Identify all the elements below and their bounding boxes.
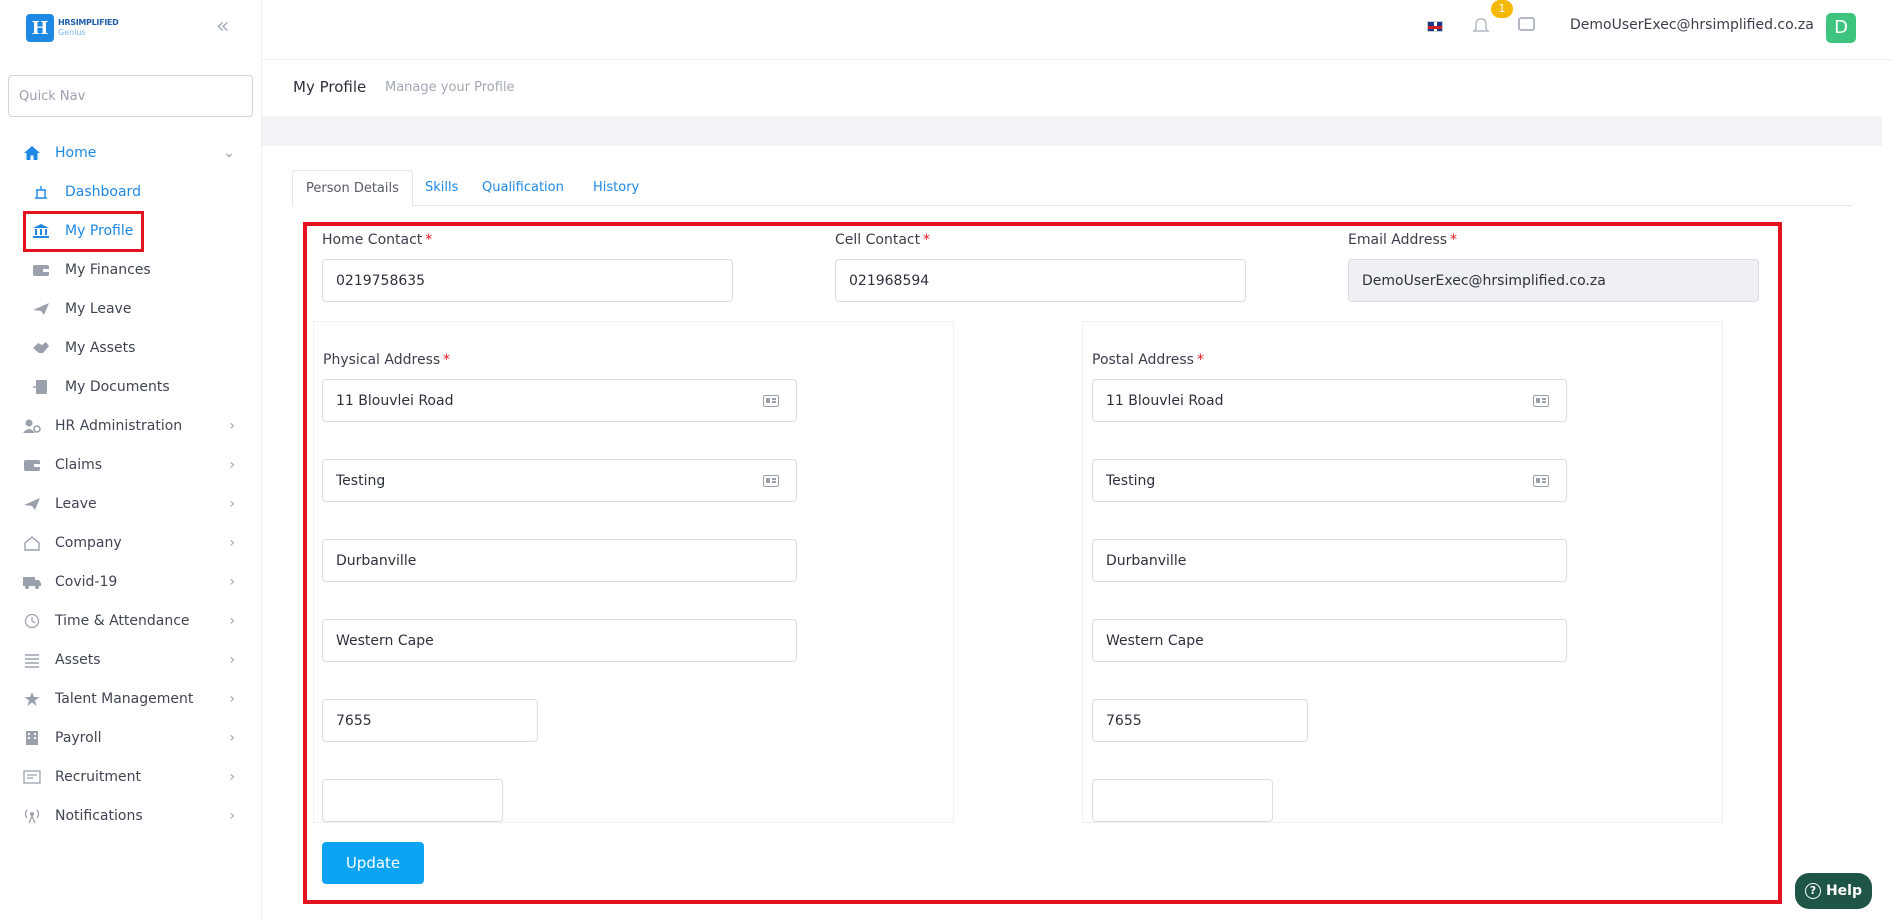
sidebar-item-payroll[interactable]: Payroll › (0, 718, 262, 757)
wallet-icon (22, 456, 42, 474)
collapse-sidebar-icon[interactable]: « (216, 16, 236, 38)
tab-history[interactable]: History (593, 170, 639, 207)
logo[interactable]: H HRSIMPLIFIED Genius (26, 14, 119, 42)
sidebar-item-label: My Assets (65, 339, 136, 356)
sidebar-item-label: My Finances (65, 261, 151, 278)
sidebar-item-label: Talent Management (55, 690, 194, 707)
sidebar-item-label: Claims (55, 456, 103, 473)
broadcast-icon (22, 807, 42, 825)
sidebar-item-time-attendance[interactable]: Time & Attendance › (0, 601, 262, 640)
tab-person-details[interactable]: Person Details (292, 170, 413, 207)
user-cog-icon (22, 417, 42, 435)
chevron-down-icon: ⌄ (223, 145, 235, 161)
sidebar-item-notifications[interactable]: Notifications › (0, 796, 262, 835)
dashboard-icon (32, 184, 50, 200)
chevron-right-icon: › (229, 496, 235, 512)
user-email[interactable]: DemoUserExec@hrsimplified.co.za (1570, 17, 1814, 33)
recruitment-icon (22, 768, 42, 786)
top-bar: 1 DemoUserExec@hrsimplified.co.za D (262, 0, 1893, 60)
ambulance-icon (22, 573, 42, 591)
handshake-icon (32, 340, 50, 356)
divider-band (262, 116, 1882, 146)
chevron-right-icon: › (229, 730, 235, 746)
question-icon: ? (1804, 883, 1821, 899)
wallet-icon (32, 262, 50, 278)
sidebar-item-assets[interactable]: Assets › (0, 640, 262, 679)
sidebar-item-talent-management[interactable]: Talent Management › (0, 679, 262, 718)
sidebar-item-label: My Profile (65, 222, 134, 239)
highlight-box-form (303, 222, 1782, 904)
chevron-right-icon: › (229, 535, 235, 551)
page-header: My Profile Manage your Profile (262, 61, 1882, 116)
chevron-right-icon: › (229, 457, 235, 473)
notification-badge: 1 (1491, 0, 1513, 18)
sidebar-item-leave[interactable]: Leave › (0, 484, 262, 523)
sidebar-item-my-profile[interactable]: My Profile (0, 211, 262, 250)
sidebar-item-label: Covid-19 (55, 573, 118, 590)
sidebar-item-covid-19[interactable]: Covid-19 › (0, 562, 262, 601)
sidebar-item-label: Notifications (55, 807, 143, 824)
sidebar-item-my-documents[interactable]: My Documents (0, 367, 262, 406)
tab-qualification[interactable]: Qualification (482, 170, 564, 207)
sidebar-item-recruitment[interactable]: Recruitment › (0, 757, 262, 796)
sidebar-item-claims[interactable]: Claims › (0, 445, 262, 484)
chevron-right-icon: › (229, 418, 235, 434)
avatar[interactable]: D (1826, 13, 1856, 43)
sidebar: H HRSIMPLIFIED Genius « Home ⌄ Dashboard… (0, 0, 262, 920)
plane-icon (22, 495, 42, 513)
chevron-right-icon: › (229, 574, 235, 590)
bell-icon[interactable] (1472, 16, 1490, 39)
chevron-right-icon: › (229, 652, 235, 668)
help-button[interactable]: ? Help (1795, 873, 1872, 909)
sidebar-item-label: Time & Attendance (55, 612, 190, 629)
bank-icon (32, 223, 50, 239)
uk-flag-icon[interactable] (1427, 21, 1443, 32)
sidebar-item-label: Assets (55, 651, 101, 668)
sidebar-item-label: Recruitment (55, 768, 142, 785)
sidebar-item-label: Dashboard (65, 183, 141, 200)
profile-tabs: Person Details Skills Qualification Hist… (292, 170, 1852, 207)
documents-icon (32, 379, 50, 395)
clock-icon (22, 612, 42, 630)
sidebar-item-company[interactable]: Company › (0, 523, 262, 562)
page-title: My Profile (293, 78, 367, 96)
sidebar-item-home[interactable]: Home ⌄ (0, 133, 262, 172)
home-icon (22, 144, 42, 162)
sidebar-item-my-leave[interactable]: My Leave (0, 289, 262, 328)
star-icon (22, 690, 42, 708)
sidebar-nav: Home ⌄ Dashboard My Profile My Finances (0, 133, 262, 835)
sidebar-item-dashboard[interactable]: Dashboard (0, 172, 262, 211)
page-subtitle: Manage your Profile (385, 80, 515, 95)
sidebar-item-label: HR Administration (55, 417, 183, 434)
chevron-right-icon: › (229, 691, 235, 707)
sidebar-item-label: My Documents (65, 378, 170, 395)
tab-skills[interactable]: Skills (425, 170, 458, 207)
logo-line2: Genius (58, 28, 86, 37)
help-label: Help (1825, 883, 1863, 899)
list-icon (22, 651, 42, 669)
chevron-right-icon: › (229, 613, 235, 629)
chevron-right-icon: › (229, 808, 235, 824)
sidebar-item-my-assets[interactable]: My Assets (0, 328, 262, 367)
house-icon (22, 534, 42, 552)
sidebar-item-label: My Leave (65, 300, 132, 317)
chat-icon[interactable] (1518, 17, 1535, 31)
sidebar-item-hr-administration[interactable]: HR Administration › (0, 406, 262, 445)
building-icon (22, 729, 42, 747)
sidebar-item-label: Leave (55, 495, 97, 512)
logo-line1: HRSIMPLIFIED (58, 18, 119, 27)
chevron-right-icon: › (229, 769, 235, 785)
sidebar-item-label: Home (55, 144, 97, 161)
sidebar-item-my-finances[interactable]: My Finances (0, 250, 262, 289)
quick-nav-input[interactable] (8, 75, 253, 117)
sidebar-item-label: Company (55, 534, 122, 551)
logo-mark: H (26, 14, 54, 42)
plane-icon (32, 301, 50, 317)
sidebar-item-label: Payroll (55, 729, 102, 746)
